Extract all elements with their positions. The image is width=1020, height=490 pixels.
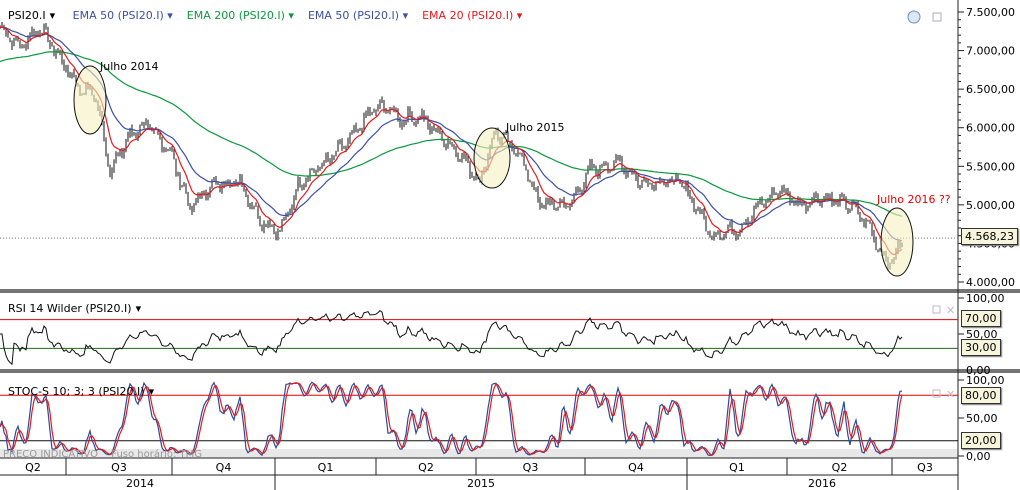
year-label: 2014 (126, 477, 154, 490)
quarter-label: Q4 (628, 461, 644, 474)
maximize-pane-icon[interactable] (932, 305, 941, 314)
stoch-legend[interactable]: STOC-S 10; 3; 3 (PSI20.I) ▾ (8, 385, 154, 398)
quarter-label: Q3 (523, 461, 539, 474)
y-tick-label: 5.000,00 (966, 199, 1015, 212)
quarter-label: Q2 (418, 461, 434, 474)
annotation-ellipse[interactable] (73, 65, 107, 135)
y-tick-label: 6.500,00 (966, 83, 1015, 96)
year-label: 2016 (808, 477, 836, 490)
quarter-label: Q1 (318, 461, 334, 474)
indicator-legend-1[interactable]: EMA 200 (PSI20.I) ▾ (187, 9, 294, 22)
maximize-pane-icon[interactable] (932, 389, 941, 398)
annotation-ellipse[interactable] (880, 207, 914, 277)
main-legend: PSI20.I ▾ EMA 50 (PSI20.I) ▾ EMA 200 (PSI2… (8, 9, 523, 22)
maximize-pane-icon[interactable] (932, 12, 942, 22)
stoch-title[interactable]: STOC-S 10; 3; 3 (PSI20.I) (8, 385, 145, 398)
rsi-title[interactable]: RSI 14 Wilder (PSI20.I) (8, 302, 132, 315)
quarter-label: Q2 (832, 461, 848, 474)
stoch-80-tag: 80,00 (961, 387, 1001, 404)
clock-icon[interactable] (907, 10, 921, 24)
indicator-legend-3[interactable]: EMA 20 (PSI20.I) ▾ (422, 9, 522, 22)
quarter-label: Q1 (729, 461, 745, 474)
quarter-label: Q4 (216, 461, 232, 474)
annotation-label: Julho 2015 (505, 121, 564, 134)
timezone: Fuso horário: TMG (111, 449, 203, 460)
stoch-tick-label: 100,00 (966, 374, 1005, 387)
quarter-label: Q3 (111, 461, 127, 474)
annotation-ellipse[interactable] (473, 127, 511, 189)
indicator-legend-2[interactable]: EMA 50 (PSI20.I) ▾ (308, 9, 408, 22)
stoch-tick-label: 50,00 (966, 412, 998, 425)
y-tick-label: 7.000,00 (966, 45, 1015, 58)
last-price-tag: 4.568,23 (961, 228, 1018, 245)
stoch-tick-label: 0,00 (966, 450, 991, 463)
watermark: PREÇO INDICATIVO (3, 449, 99, 460)
year-label: 2015 (467, 477, 495, 490)
rsi-legend[interactable]: RSI 14 Wilder (PSI20.I) ▾ (8, 302, 141, 315)
rsi-tick-label: 100,00 (966, 292, 1005, 305)
annotation-label: Julho 2014 (99, 60, 158, 73)
y-tick-label: 7.500,00 (966, 6, 1015, 19)
y-tick-label: 5.500,00 (966, 160, 1015, 173)
close-pane-icon[interactable]: ✕ (946, 388, 955, 401)
rsi-30-tag: 30,00 (961, 339, 1001, 356)
quarter-label: Q2 (25, 461, 41, 474)
y-tick-label: 6.000,00 (966, 122, 1015, 135)
quarter-label: Q3 (917, 461, 933, 474)
ema200-line (0, 51, 903, 217)
rsi-line (0, 309, 903, 366)
annotation-label: Julho 2016 ?? (876, 193, 951, 206)
rsi-70-tag: 70,00 (961, 310, 1001, 327)
symbol-label[interactable]: PSI20.I (8, 9, 46, 22)
stoch-20-tag: 20,00 (961, 432, 1001, 449)
chart-canvas[interactable]: 7.500,00 7.000,00 6.500,00 6.000,00 5.500,00… (0, 0, 1020, 490)
y-tick-label: 4.000,00 (966, 276, 1015, 289)
close-pane-icon[interactable]: ✕ (946, 304, 955, 317)
indicator-legend-0[interactable]: EMA 50 (PSI20.I) ▾ (73, 9, 173, 22)
footer-note: PREÇO INDICATIVO Fuso horário: TMG (3, 449, 206, 460)
